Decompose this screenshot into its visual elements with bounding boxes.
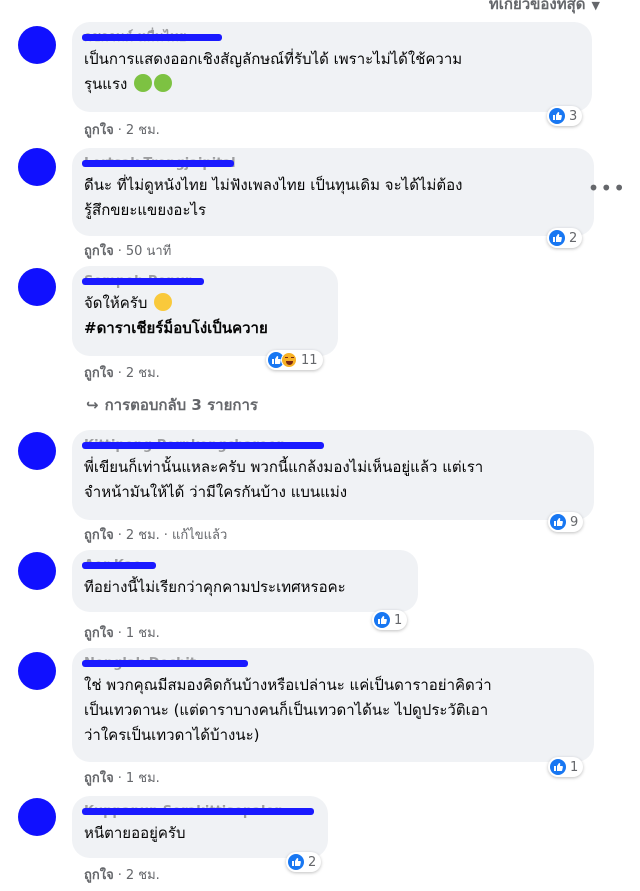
comment-text: ดีนะ ที่ไม่ดูหนังไทย ไม่ฟังเพลงไทย เป็นท… — [84, 176, 463, 219]
chevron-down-icon: ▼ — [591, 0, 600, 12]
comment-meta: ถูกใจ · 1 ชม. — [84, 626, 160, 641]
like-link[interactable]: ถูกใจ — [84, 868, 114, 883]
comment-bubble: Aor Kae ทีอย่างนี้ไม่เรียกว่าคุกคามประเท… — [72, 550, 418, 612]
avatar[interactable] — [18, 268, 56, 306]
sort-label: ที่เกี่ยวข้องที่สุด — [488, 0, 586, 13]
comment-author[interactable]: Aor Kae — [82, 557, 406, 575]
comment-text: ทีอย่างนี้ไม่เรียกว่าคุกคามประเทศหรอคะ — [84, 578, 346, 596]
timestamp[interactable]: 2 ชม. — [126, 123, 160, 138]
like-icon — [549, 108, 565, 124]
comment-bubble: กชกานต์ หมื่นไทย เป็นการแสดงออกเชิงสัญลั… — [72, 22, 592, 112]
comment-text: พี่เขียนก็เท่านั้นแหละครับ พวกนี้แกล้งมอ… — [84, 458, 484, 501]
reaction-summary[interactable]: 9 — [548, 512, 584, 532]
redaction-mark — [82, 278, 204, 285]
reaction-summary[interactable]: 1 — [372, 610, 408, 630]
redaction-mark — [82, 808, 314, 815]
like-icon — [374, 612, 390, 628]
like-link[interactable]: ถูกใจ — [84, 771, 114, 786]
redaction-mark — [82, 34, 222, 41]
redaction-mark — [82, 160, 234, 167]
comment-bubble: Sompob Ponur จัดให้ครับ #ดาราเชียร์ม็อบโ… — [72, 266, 338, 356]
comment-author[interactable]: Nonglak Dechit — [82, 655, 582, 673]
like-link[interactable]: ถูกใจ — [84, 366, 114, 381]
view-replies-link[interactable]: ↪ การตอบกลับ 3 รายการ — [86, 393, 258, 417]
like-link[interactable]: ถูกใจ — [84, 626, 114, 641]
reaction-summary[interactable]: 3 — [547, 106, 583, 126]
comment-author[interactable]: Kuppanun Sorakittisopalon — [82, 803, 316, 821]
timestamp[interactable]: 2 ชม. — [126, 868, 160, 883]
reaction-summary[interactable]: 11 — [266, 350, 323, 370]
reaction-summary[interactable]: 2 — [547, 228, 583, 248]
like-link[interactable]: ถูกใจ — [84, 528, 114, 543]
reaction-summary[interactable]: 1 — [548, 757, 584, 777]
comment-text: เป็นการแสดงออกเชิงสัญลักษณ์ที่รับได้ เพร… — [84, 50, 463, 93]
comment-meta: ถูกใจ · 50 นาที — [84, 244, 172, 259]
like-link[interactable]: ถูกใจ — [84, 244, 114, 259]
avatar[interactable] — [18, 148, 56, 186]
avatar[interactable] — [18, 432, 56, 470]
timestamp[interactable]: 50 นาที — [126, 244, 171, 259]
comment-bubble: Nonglak Dechit ใช่ พวกคุณมีสมองคิดกันบ้า… — [72, 648, 594, 762]
sick-emoji-icon — [134, 74, 153, 92]
comment-text: ใช่ พวกคุณมีสมองคิดกันบ้างหรือเปล่านะ แค… — [84, 676, 492, 744]
comment-author[interactable]: กชกานต์ หมื่นไทย — [82, 29, 580, 47]
comment-text: หนีตายออยู่ครับ — [84, 824, 186, 842]
comment-bubble: Kuppanun Sorakittisopalon หนีตายออยู่ครั… — [72, 796, 328, 858]
comment-author[interactable]: Sompob Ponur — [82, 273, 326, 291]
timestamp[interactable]: 1 ชม. — [126, 771, 160, 786]
redaction-mark — [82, 442, 324, 449]
like-link[interactable]: ถูกใจ — [84, 123, 114, 138]
comment-author[interactable]: Lertsak Trongjaipital — [82, 155, 582, 173]
comment-text: จัดให้ครับ #ดาราเชียร์ม็อบโง่เป็นควาย — [84, 293, 268, 337]
grin-emoji-icon — [154, 293, 173, 311]
comment-meta: ถูกใจ · 2 ชม. — [84, 123, 160, 138]
like-icon — [549, 230, 565, 246]
more-options-icon[interactable]: ••• — [588, 176, 626, 200]
haha-icon — [281, 352, 297, 368]
avatar[interactable] — [18, 552, 56, 590]
avatar[interactable] — [18, 798, 56, 836]
avatar[interactable] — [18, 652, 56, 690]
redaction-mark — [82, 562, 156, 569]
comment-meta: ถูกใจ · 2 ชม. — [84, 868, 160, 883]
comment-author[interactable]: Kittipong Pornkongcharoen — [82, 437, 582, 455]
timestamp[interactable]: 2 ชม. — [126, 528, 160, 543]
comment-meta: ถูกใจ · 1 ชม. — [84, 771, 160, 786]
comment-meta: ถูกใจ · 2 ชม. — [84, 366, 160, 381]
reply-arrow-icon: ↪ — [86, 396, 99, 414]
sort-dropdown[interactable]: ที่เกี่ยวข้องที่สุด ▼ — [489, 0, 600, 16]
like-icon — [550, 514, 566, 530]
timestamp[interactable]: 2 ชม. — [126, 366, 160, 381]
timestamp[interactable]: 1 ชม. — [126, 626, 160, 641]
reaction-summary[interactable]: 2 — [286, 852, 322, 872]
comment-bubble: Kittipong Pornkongcharoen พี่เขียนก็เท่า… — [72, 430, 594, 520]
comment-meta: ถูกใจ · 2 ชม. · แก้ไขแล้ว — [84, 528, 228, 543]
edited-label[interactable]: แก้ไขแล้ว — [172, 528, 227, 543]
like-icon — [550, 759, 566, 775]
like-icon — [288, 854, 304, 870]
hashtag-link[interactable]: #ดาราเชียร์ม็อบโง่เป็นควาย — [84, 319, 268, 337]
sick-emoji-icon — [154, 74, 173, 92]
redaction-mark — [82, 660, 248, 667]
avatar[interactable] — [18, 26, 56, 64]
comment-bubble: Lertsak Trongjaipital ดีนะ ที่ไม่ดูหนังไ… — [72, 148, 594, 236]
